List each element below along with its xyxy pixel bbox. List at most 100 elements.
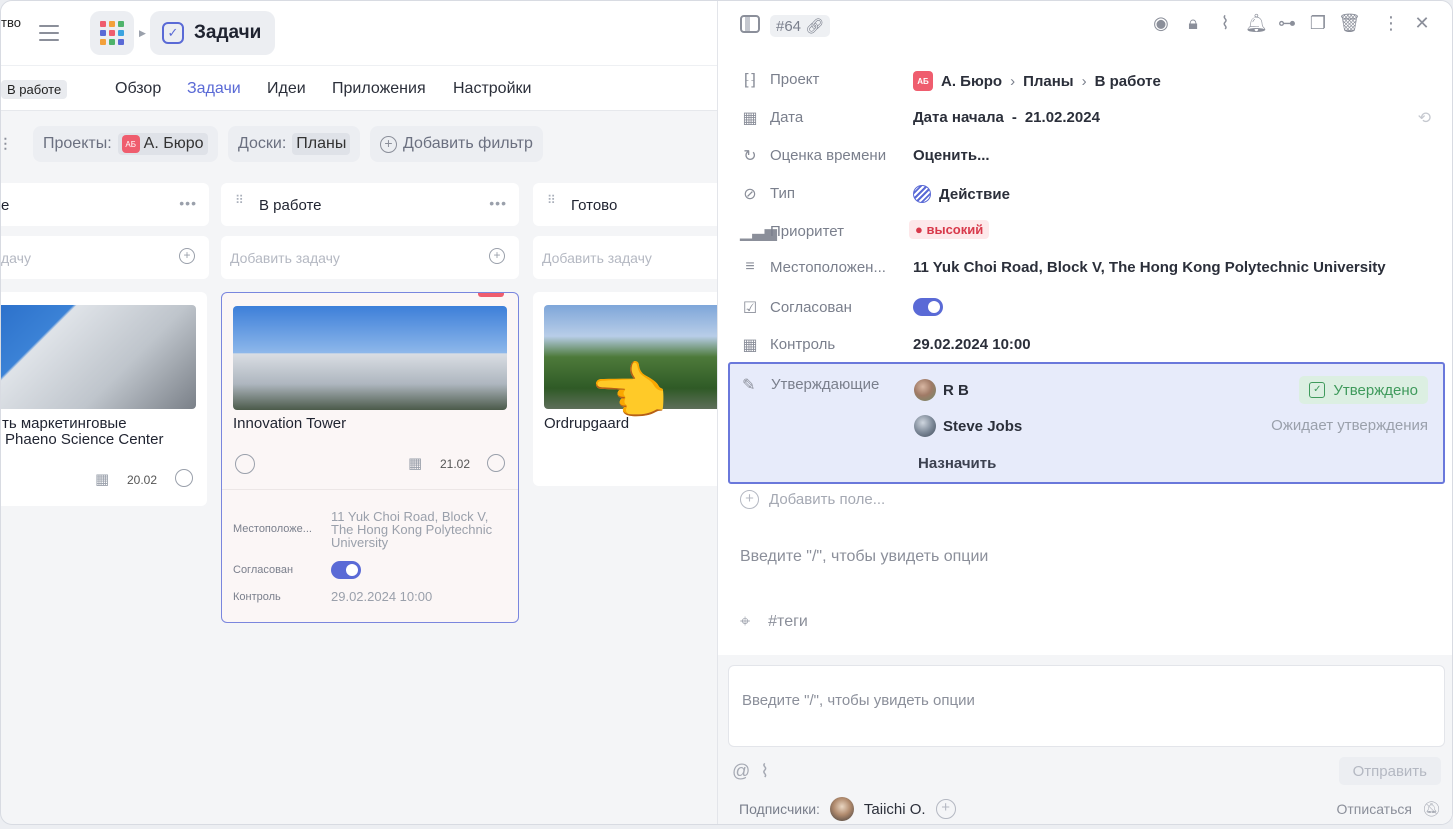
add-filter-button[interactable]: + Добавить фильтр (370, 126, 543, 162)
drag-handle-icon[interactable]: ⠿ (547, 194, 557, 206)
add-circle-icon[interactable]: + (489, 248, 505, 264)
field-agreed[interactable]: ☑ Согласован (718, 289, 1452, 325)
add-task-placeholder: Добавить задачу (542, 250, 652, 266)
complete-circle-icon[interactable] (175, 469, 193, 487)
tab-tasks[interactable]: Задачи (187, 80, 241, 98)
approved-status-badge: ✓ Утверждено (1299, 376, 1428, 404)
repeat-icon[interactable]: ⟲ (1418, 108, 1431, 128)
field-priority[interactable]: ▁▃▅ Приоритет ● высокий (718, 213, 1452, 249)
more-icon[interactable]: ••• (179, 195, 197, 211)
more-vertical-icon[interactable]: ⋮ (1380, 13, 1402, 34)
sidebar-toggle-icon[interactable] (740, 15, 760, 33)
assignee-icon[interactable] (235, 454, 255, 474)
field-label: Утверждающие (771, 376, 880, 393)
field-value[interactable]: Оценить... (913, 147, 990, 164)
complete-circle-icon[interactable] (487, 454, 505, 472)
field-value[interactable] (913, 298, 943, 316)
trash-icon[interactable]: 🗑︎ (1338, 13, 1361, 34)
nav-bar: В работе Обзор Задачи Идеи Приложения На… (1, 65, 721, 111)
panel-toolbar: #64 🔗︎ ◉ 🔒︎ ⌇ 🔔︎ ⊶ ❐ 🗑︎ ⋮ ✕ (718, 1, 1452, 49)
project-icon: ⁅⁆ (743, 72, 757, 89)
field-date[interactable]: ▦ Дата Дата начала - 21.02.2024 ⟲ (718, 99, 1452, 135)
sliders-icon[interactable]: ⫶ (3, 135, 8, 156)
column-header[interactable]: ⠿ В работе ••• (221, 183, 519, 226)
apps-grid-icon[interactable] (90, 11, 134, 55)
comment-placeholder: Введите "/", чтобы увидеть опции (742, 692, 975, 709)
calendar-icon: ▦ (95, 471, 110, 488)
field-value[interactable]: АБ А. Бюро › Планы › В работе (913, 71, 1161, 91)
unsubscribe-button[interactable]: Отписаться 🔕︎ (1336, 800, 1441, 818)
hierarchy-icon[interactable]: ⊶ (1276, 13, 1298, 34)
column-header[interactable]: е ••• (1, 183, 209, 226)
tab-ideas[interactable]: Идеи (267, 80, 306, 98)
menu-icon[interactable] (39, 25, 59, 41)
mention-icon[interactable]: @ (732, 761, 750, 782)
paperclip-icon[interactable]: ⌇ (760, 761, 769, 782)
task-card[interactable]: ть маркетинговые Phaeno Science Center ▦… (1, 292, 207, 506)
status-name[interactable]: В работе (1095, 73, 1161, 90)
project-badge: АБ (913, 71, 933, 91)
add-field-button[interactable]: + Добавить поле... (740, 490, 885, 509)
section-title-button[interactable]: ✓ Задачи (150, 11, 276, 55)
field-label: Дата (770, 109, 804, 126)
field-estimate[interactable]: ↻ Оценка времени Оценить... (718, 137, 1452, 173)
filter-bar: ⫶ Проекты: АБ А. Бюро Доски: Планы + Доба… (1, 121, 721, 167)
card-photo (1, 305, 196, 409)
task-card-selected[interactable]: Innovation Tower ▦ 21.02 Местоположе... … (221, 292, 519, 623)
subscriber-name[interactable]: Taiichi O. (864, 801, 926, 818)
close-icon[interactable]: ✕ (1411, 13, 1433, 34)
agreed-toggle[interactable] (913, 298, 943, 316)
filter-projects[interactable]: Проекты: АБ А. Бюро (33, 126, 218, 162)
board-name[interactable]: Планы (1023, 73, 1074, 90)
filter-boards[interactable]: Доски: Планы (228, 126, 361, 162)
field-value[interactable]: ● высокий (909, 220, 990, 239)
eye-icon[interactable]: ◉ (1150, 13, 1172, 34)
card-field-value: 11 Yuk Choi Road, Block V, The Hong Kong… (331, 509, 493, 550)
tab-settings[interactable]: Настройки (453, 80, 531, 98)
lines-icon: ≡ (745, 258, 755, 275)
drag-handle-icon[interactable]: ⠿ (235, 194, 245, 206)
field-value[interactable]: 11 Yuk Choi Road, Block V, The Hong Kong… (913, 259, 1386, 276)
field-project[interactable]: ⁅⁆ Проект АБ А. Бюро › Планы › В работе (718, 61, 1452, 97)
add-task-field[interactable]: дачу + (1, 236, 209, 279)
approver-row[interactable]: Steve Jobs Ожидает утверждения (914, 412, 1428, 440)
tab-overview[interactable]: Обзор (115, 80, 161, 98)
avatar (914, 415, 936, 437)
calendar-icon: ▦ (742, 337, 758, 354)
lock-icon[interactable]: 🔒︎ (1182, 13, 1204, 34)
send-button[interactable]: Отправить (1338, 757, 1441, 785)
description-input[interactable]: Введите "/", чтобы увидеть опции (740, 548, 988, 566)
filter-label: Доски: (238, 135, 287, 152)
card-date: 21.02 (440, 457, 471, 471)
field-value[interactable]: Действие (913, 185, 1010, 203)
approver-row[interactable]: R B ✓ Утверждено (914, 376, 1428, 404)
add-circle-icon[interactable]: + (179, 248, 195, 264)
field-location[interactable]: ≡ Местоположен... 11 Yuk Choi Road, Bloc… (718, 249, 1452, 285)
task-id-badge[interactable]: #64 🔗︎ (770, 15, 831, 37)
tab-apps[interactable]: Приложения (332, 80, 426, 98)
top-bar: тво ▶ ✓ Задачи (1, 1, 721, 65)
column-in-progress: ⠿ В работе ••• Добавить задачу + (221, 183, 519, 279)
comment-input[interactable]: Введите "/", чтобы увидеть опции (728, 665, 1445, 747)
action-type-icon (913, 185, 931, 203)
priority-badge[interactable]: ● высокий (909, 220, 990, 239)
add-task-field[interactable]: Добавить задачу + (221, 236, 519, 279)
more-icon[interactable]: ••• (489, 195, 507, 211)
field-value[interactable]: Дата начала - 21.02.2024 (913, 109, 1100, 126)
field-type[interactable]: ⊘ Тип Действие (718, 175, 1452, 211)
column-title: е (1, 197, 10, 214)
avatar (829, 797, 854, 821)
column-1: е ••• дачу + (1, 183, 209, 279)
project-name[interactable]: А. Бюро (941, 73, 1002, 90)
add-subscriber-icon[interactable]: + (935, 799, 956, 819)
assign-approver-button[interactable]: Назначить (918, 455, 996, 472)
card-field-label: Согласован (233, 564, 294, 576)
priority-flag (478, 293, 504, 297)
field-value[interactable]: 29.02.2024 10:00 (913, 336, 1031, 353)
paperclip-icon[interactable]: ⌇ (1214, 13, 1236, 34)
tags-field[interactable]: ⌖ #теги (740, 611, 808, 632)
bell-icon[interactable]: 🔔︎ (1245, 13, 1268, 34)
field-control[interactable]: ▦ Контроль 29.02.2024 10:00 (718, 326, 1452, 362)
copy-icon[interactable]: ❐ (1307, 13, 1329, 34)
card-agreed-toggle[interactable] (331, 561, 361, 579)
